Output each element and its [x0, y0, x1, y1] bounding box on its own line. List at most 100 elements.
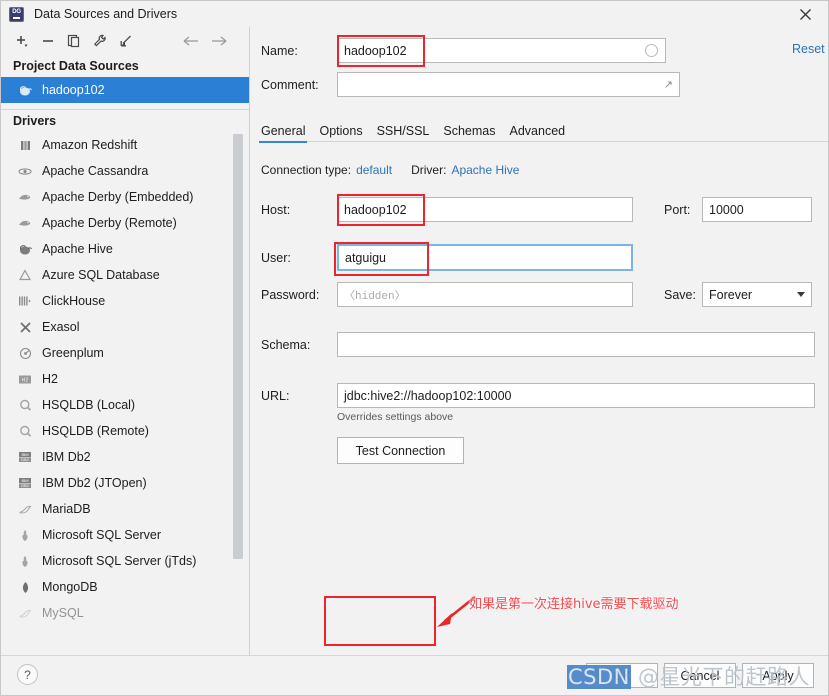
user-input-value: atguigu — [345, 250, 387, 265]
ok-button[interactable]: OK — [586, 663, 658, 688]
driver-label: MySQL — [42, 606, 84, 620]
data-sources-dialog: Data Sources and Drivers — [0, 0, 829, 696]
tab-schemas[interactable]: Schemas — [443, 124, 495, 142]
driver-item-mariadb[interactable]: MariaDB — [1, 496, 249, 522]
forward-icon[interactable] — [205, 30, 233, 52]
schema-input[interactable] — [337, 332, 815, 357]
add-icon[interactable] — [9, 30, 35, 52]
dialog-buttons: OK Cancel Apply — [586, 663, 814, 688]
driver-label: MariaDB — [42, 502, 91, 516]
nav-arrows — [177, 27, 233, 55]
sidebar-toolbar — [1, 27, 249, 55]
driver-item-apache-derby-embedded[interactable]: Apache Derby (Embedded) — [1, 184, 249, 210]
drivers-scrollbar-thumb[interactable] — [233, 134, 243, 559]
sidebar-item-label: hadoop102 — [42, 83, 105, 97]
driver-label: Amazon Redshift — [42, 138, 138, 152]
name-input[interactable]: hadoop102 — [337, 38, 666, 63]
url-input[interactable]: jdbc:hive2://hadoop102:10000 — [337, 383, 815, 408]
test-connection-button[interactable]: Test Connection — [337, 437, 464, 464]
tab-options[interactable]: Options — [319, 124, 362, 142]
driver-item-apache-hive[interactable]: Apache Hive — [1, 236, 249, 262]
driver-item-apache-cassandra[interactable]: Apache Cassandra — [1, 158, 249, 184]
driver-item-apache-derby-remote[interactable]: Apache Derby (Remote) — [1, 210, 249, 236]
derby-icon — [15, 214, 35, 232]
wrench-icon[interactable] — [87, 30, 113, 52]
tab-advanced[interactable]: Advanced — [510, 124, 566, 142]
driver-item-exasol[interactable]: Exasol — [1, 314, 249, 340]
driver-label: Microsoft SQL Server (jTds) — [42, 554, 197, 568]
driver-label: IBM Db2 (JTOpen) — [42, 476, 147, 490]
driver-item-amazon-redshift[interactable]: Amazon Redshift — [1, 132, 249, 158]
driver-item-hsqldb-local[interactable]: HSQLDB (Local) — [1, 392, 249, 418]
drivers-header: Drivers — [13, 114, 57, 128]
derby-icon — [15, 188, 35, 206]
hive-icon — [15, 240, 35, 258]
host-input[interactable]: hadoop102 — [337, 197, 633, 222]
cassandra-icon — [15, 162, 35, 180]
datagrip-icon — [9, 6, 24, 22]
drivers-list: Amazon Redshift Apache Cassandra Apache … — [1, 132, 249, 640]
driver-item-azure-sql-database[interactable]: Azure SQL Database — [1, 262, 249, 288]
driver-item-mysql[interactable]: MySQL — [1, 600, 249, 626]
host-row: Host: hadoop102 Port: 10000 — [261, 197, 826, 222]
title-bar: Data Sources and Drivers — [1, 1, 828, 27]
connection-type-value[interactable]: default — [356, 163, 392, 177]
driver-item-greenplum[interactable]: Greenplum — [1, 340, 249, 366]
url-hint: Overrides settings above — [337, 411, 454, 423]
driver-label: ClickHouse — [42, 294, 106, 308]
driver-item-hsqldb-remote[interactable]: HSQLDB (Remote) — [1, 418, 249, 444]
password-input[interactable]: 〈hidden〉 — [337, 282, 633, 307]
reset-link[interactable]: Reset — [792, 42, 825, 56]
expand-icon[interactable]: ↗ — [664, 78, 673, 91]
save-label: Save: — [664, 287, 696, 302]
save-select[interactable]: Forever — [702, 282, 812, 307]
apply-button[interactable]: Apply — [742, 663, 814, 688]
connection-type-label: Connection type: — [261, 163, 352, 177]
hsqldb-icon — [15, 422, 35, 440]
port-input-value: 10000 — [709, 202, 744, 217]
dialog-footer: ? OK Cancel Apply — [1, 655, 828, 695]
driver-item-clickhouse[interactable]: ClickHouse — [1, 288, 249, 314]
back-icon[interactable] — [177, 30, 205, 52]
user-input[interactable]: atguigu — [337, 244, 633, 271]
driver-item-ibm-db2[interactable]: IBM DB2 IBM Db2 — [1, 444, 249, 470]
db2-icon: IBM DB2 — [15, 448, 35, 466]
driver-label: HSQLDB (Local) — [42, 398, 136, 412]
driver-label: IBM Db2 — [42, 450, 91, 464]
driver-label: Microsoft SQL Server — [42, 528, 162, 542]
port-input[interactable]: 10000 — [702, 197, 812, 222]
chevron-down-icon — [797, 292, 805, 297]
tab-general[interactable]: General — [258, 124, 308, 143]
driver-label: Apache Cassandra — [42, 164, 149, 178]
hive-icon — [15, 81, 35, 99]
comment-row: Comment: ↗ — [261, 72, 821, 97]
password-row: Password: 〈hidden〉 Save: Forever — [261, 282, 826, 307]
sidebar-item-hadoop102[interactable]: hadoop102 — [1, 77, 249, 103]
driver-item-microsoft-sql-server[interactable]: Microsoft SQL Server — [1, 522, 249, 548]
close-icon[interactable] — [782, 1, 828, 27]
driver-item-microsoft-sql-server-jtds[interactable]: Microsoft SQL Server (jTds) — [1, 548, 249, 574]
driver-item-h2[interactable]: H2 H2 — [1, 366, 249, 392]
driver-label: Greenplum — [42, 346, 104, 360]
driver-label: Exasol — [42, 320, 80, 334]
driver-item-mongodb[interactable]: MongoDB — [1, 574, 249, 600]
driver-value[interactable]: Apache Hive — [451, 163, 519, 177]
user-label: User: — [261, 250, 291, 265]
driver-label: Apache Hive — [42, 242, 113, 256]
url-label: URL: — [261, 388, 290, 403]
comment-input[interactable]: ↗ — [337, 72, 680, 97]
drivers-scrollbar-track[interactable] — [233, 132, 246, 640]
copy-icon[interactable] — [61, 30, 87, 52]
remove-icon[interactable] — [35, 30, 61, 52]
tab-ssh-ssl[interactable]: SSH/SSL — [377, 124, 430, 142]
driver-label: Azure SQL Database — [42, 268, 160, 282]
driver-item-ibm-db2-jtopen[interactable]: IBM DB2 IBM Db2 (JTOpen) — [1, 470, 249, 496]
mysql-icon — [15, 604, 35, 622]
mssql-icon — [15, 526, 35, 544]
help-button[interactable]: ? — [17, 664, 38, 685]
import-icon[interactable] — [113, 30, 139, 52]
driver-label: HSQLDB (Remote) — [42, 424, 149, 438]
mssql-icon — [15, 552, 35, 570]
hsqldb-icon — [15, 396, 35, 414]
cancel-button[interactable]: Cancel — [664, 663, 736, 688]
